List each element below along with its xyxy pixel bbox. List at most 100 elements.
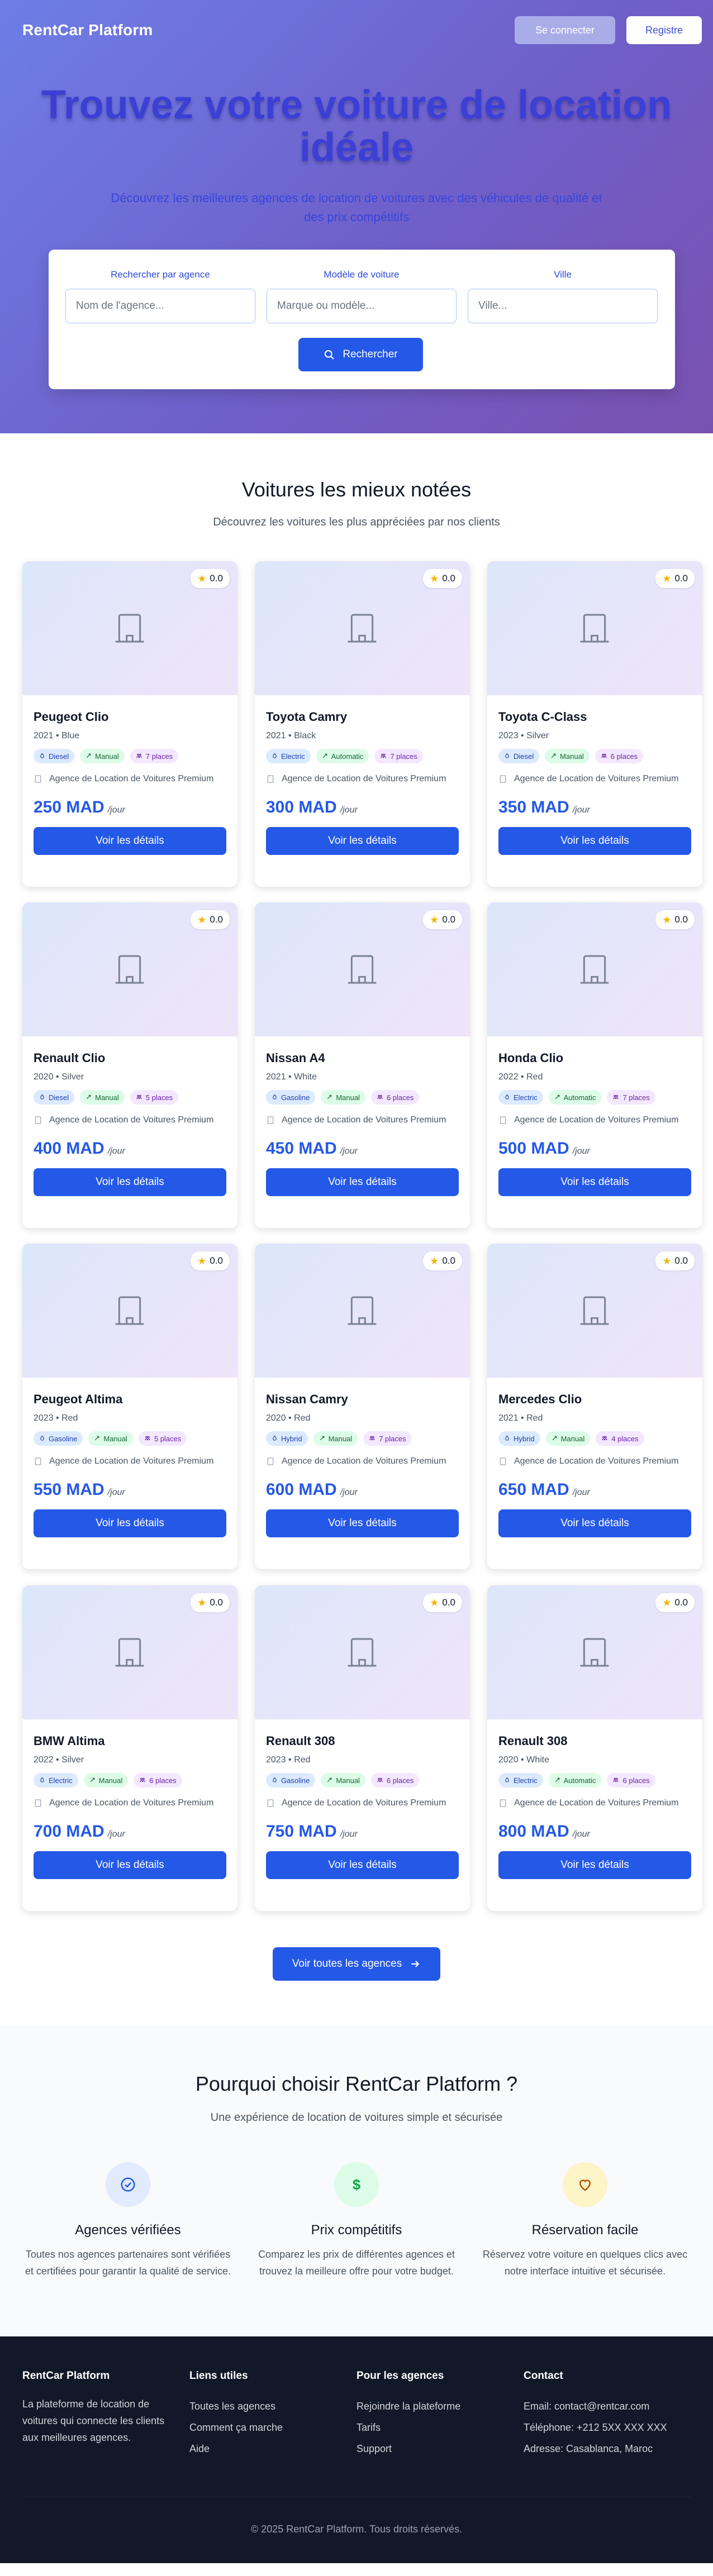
login-button[interactable]: Se connecter bbox=[515, 16, 615, 44]
hero-title-line2: idéale bbox=[299, 125, 414, 170]
fuel-icon bbox=[272, 1093, 278, 1102]
car-color: Red bbox=[526, 1072, 543, 1082]
agency-building-icon bbox=[34, 775, 42, 788]
brand-logo[interactable]: RentCar Platform bbox=[22, 21, 153, 39]
fuel-label: Diesel bbox=[514, 752, 534, 761]
footer-agencies-col: Pour les agences Rejoindre la plateforme… bbox=[356, 2370, 524, 2459]
car-meta: 2023 • Red bbox=[266, 1755, 311, 1765]
feature-prices: $ Prix compétitifs Comparez les prix de … bbox=[251, 2162, 462, 2279]
car-specs: Hybrid Manual 4 places bbox=[498, 1431, 691, 1446]
view-details-button[interactable]: Voir les détails bbox=[34, 1509, 226, 1537]
footer-link-pricing[interactable]: Tarifs bbox=[356, 2417, 524, 2438]
seats-icon bbox=[377, 1093, 383, 1102]
search-button[interactable]: Rechercher bbox=[298, 338, 423, 371]
view-details-button[interactable]: Voir les détails bbox=[266, 1509, 459, 1537]
model-search-input[interactable]: Marque ou modèle... bbox=[267, 289, 457, 323]
agency-name: Agence de Location de Voitures Premium bbox=[49, 1456, 214, 1466]
view-details-button[interactable]: Voir les détails bbox=[266, 1168, 459, 1196]
view-details-button[interactable]: Voir les détails bbox=[266, 827, 459, 855]
price-row: 750 MAD/jour bbox=[266, 1822, 459, 1841]
feature-title: Prix compétitifs bbox=[311, 2223, 402, 2238]
car-specs: Gasoline Manual 5 places bbox=[34, 1431, 226, 1446]
register-button[interactable]: Registre bbox=[626, 16, 702, 44]
transmission-chip: Manual bbox=[313, 1431, 358, 1446]
fuel-icon bbox=[504, 1093, 510, 1102]
car-card[interactable]: ★ 0.0 Nissan A4 2021 • White Gasoline Manual 6… bbox=[255, 902, 470, 1228]
star-icon: ★ bbox=[662, 572, 672, 584]
car-year: 2022 bbox=[34, 1755, 54, 1765]
all-agencies-button[interactable]: Voir toutes les agences bbox=[273, 1947, 440, 1981]
search-card: Rechercher par agence Nom de l'agence...… bbox=[49, 250, 675, 389]
car-card[interactable]: ★ 0.0 Renault Clio 2020 • Silver Diesel Manua… bbox=[22, 902, 237, 1228]
per-day-label: /jour bbox=[107, 1488, 125, 1497]
star-icon: ★ bbox=[197, 1597, 207, 1608]
seats-label: 6 places bbox=[622, 1776, 650, 1785]
view-details-button[interactable]: Voir les détails bbox=[498, 827, 691, 855]
car-meta: 2021 • White bbox=[266, 1072, 317, 1082]
car-image-placeholder: ★ 0.0 bbox=[487, 1244, 702, 1378]
car-card-body: Honda Clio 2022 • Red Electric Automatic 7 p… bbox=[487, 1051, 702, 1196]
car-card[interactable]: ★ 0.0 Peugeot Clio 2021 • Blue Diesel Manual 7… bbox=[22, 561, 237, 887]
car-image-placeholder: ★ 0.0 bbox=[22, 1244, 237, 1378]
car-year: 2022 bbox=[498, 1072, 519, 1082]
car-agency: Agence de Location de Voitures Premium bbox=[498, 772, 691, 788]
car-card[interactable]: ★ 0.0 Nissan Camry 2020 • Red Hybrid Manual 7 … bbox=[255, 1244, 470, 1569]
fuel-label: Electric bbox=[281, 752, 305, 761]
car-price: 350 MAD bbox=[498, 798, 569, 816]
car-card[interactable]: ★ 0.0 Renault 308 2023 • Red Gasoline Manual 6… bbox=[255, 1585, 470, 1911]
car-price: 250 MAD bbox=[34, 798, 104, 816]
car-card[interactable]: ★ 0.0 Renault 308 2020 • White Electric Autom… bbox=[487, 1585, 702, 1911]
building-icon bbox=[577, 610, 612, 649]
rating-value: 0.0 bbox=[442, 914, 455, 925]
agency-name: Agence de Location de Voitures Premium bbox=[514, 774, 679, 783]
footer-link-support[interactable]: Support bbox=[356, 2438, 524, 2459]
car-name: Peugeot Altima bbox=[34, 1392, 123, 1406]
transmission-chip: Manual bbox=[80, 1090, 125, 1105]
car-card[interactable]: ★ 0.0 Toyota C-Class 2023 • Silver Diesel Man… bbox=[487, 561, 702, 887]
agency-building-icon bbox=[266, 775, 275, 788]
car-meta: 2022 • Silver bbox=[34, 1755, 84, 1765]
car-card[interactable]: ★ 0.0 Toyota Camry 2021 • Black Electric Auto… bbox=[255, 561, 470, 887]
footer-link-agencies[interactable]: Toutes les agences bbox=[189, 2396, 356, 2417]
rating-value: 0.0 bbox=[210, 914, 223, 925]
car-meta: 2020 • Silver bbox=[34, 1072, 84, 1082]
per-day-label: /jour bbox=[572, 1829, 590, 1839]
car-name: Renault 308 bbox=[498, 1734, 568, 1748]
fuel-icon bbox=[272, 752, 278, 761]
rating-badge: ★ 0.0 bbox=[423, 1593, 462, 1612]
why-section: Pourquoi choisir RentCar Platform ? Une … bbox=[0, 2025, 713, 2336]
car-card-body: Peugeot Clio 2021 • Blue Diesel Manual 7 pla… bbox=[22, 710, 237, 855]
price-row: 650 MAD/jour bbox=[498, 1480, 691, 1499]
rating-badge: ★ 0.0 bbox=[191, 1251, 230, 1270]
price-row: 450 MAD/jour bbox=[266, 1139, 459, 1158]
city-search-input[interactable]: Ville... bbox=[468, 289, 658, 323]
view-details-button[interactable]: Voir les détails bbox=[498, 1509, 691, 1537]
agency-search-label: Rechercher par agence bbox=[111, 269, 210, 280]
per-day-label: /jour bbox=[572, 1488, 590, 1497]
car-card[interactable]: ★ 0.0 Honda Clio 2022 • Red Electric Automati… bbox=[487, 902, 702, 1228]
car-image-placeholder: ★ 0.0 bbox=[255, 1244, 470, 1378]
view-details-button[interactable]: Voir les détails bbox=[34, 1168, 226, 1196]
car-grid: ★ 0.0 Peugeot Clio 2021 • Blue Diesel Manual 7… bbox=[22, 561, 702, 1911]
transmission-icon bbox=[319, 1435, 325, 1443]
agency-building-icon bbox=[266, 1799, 275, 1812]
footer-link-how-it-works[interactable]: Comment ça marche bbox=[189, 2417, 356, 2438]
view-details-button[interactable]: Voir les détails bbox=[498, 1851, 691, 1879]
footer-link-join[interactable]: Rejoindre la plateforme bbox=[356, 2396, 524, 2417]
car-card[interactable]: ★ 0.0 Mercedes Clio 2021 • Red Hybrid Manual 4… bbox=[487, 1244, 702, 1569]
car-card[interactable]: ★ 0.0 BMW Altima 2022 • Silver Electric Manua… bbox=[22, 1585, 237, 1911]
car-card[interactable]: ★ 0.0 Peugeot Altima 2023 • Red Gasoline Manu… bbox=[22, 1244, 237, 1569]
car-meta: 2023 • Red bbox=[34, 1413, 78, 1423]
agency-building-icon bbox=[34, 1799, 42, 1812]
star-icon: ★ bbox=[197, 914, 207, 925]
view-details-button[interactable]: Voir les détails bbox=[34, 827, 226, 855]
view-details-button[interactable]: Voir les détails bbox=[34, 1851, 226, 1879]
view-details-button[interactable]: Voir les détails bbox=[266, 1851, 459, 1879]
agency-search-input[interactable]: Nom de l'agence... bbox=[65, 289, 255, 323]
footer-link-help[interactable]: Aide bbox=[189, 2438, 356, 2459]
view-details-button[interactable]: Voir les détails bbox=[498, 1168, 691, 1196]
car-color: Blue bbox=[61, 731, 80, 740]
building-icon bbox=[577, 1293, 612, 1331]
agency-name: Agence de Location de Voitures Premium bbox=[282, 1115, 446, 1125]
car-specs: Diesel Manual 6 places bbox=[498, 749, 691, 763]
